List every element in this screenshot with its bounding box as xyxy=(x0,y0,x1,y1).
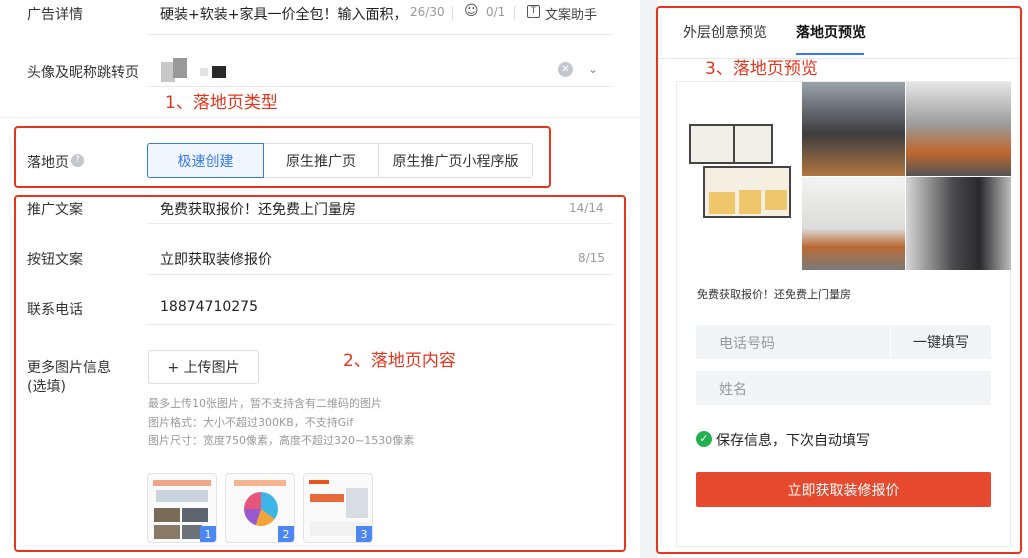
section-divider xyxy=(0,117,640,118)
emoji-icon[interactable]: ☺ xyxy=(464,3,479,19)
text-assist-button[interactable]: 文案助手 xyxy=(545,4,597,23)
avatar-label: 头像及昵称跳转页 xyxy=(27,65,139,81)
input-underline xyxy=(148,86,612,87)
interior-photo xyxy=(802,177,905,270)
divider xyxy=(514,6,515,20)
submit-button[interactable]: 立即获取装修报价 xyxy=(696,472,991,507)
tab-outer-creative[interactable]: 外层创意预览 xyxy=(683,22,767,42)
phone-label: 联系电话 xyxy=(27,302,83,318)
autofill-button[interactable]: 一键填写 xyxy=(890,325,991,359)
nickname-blur xyxy=(212,66,226,78)
images-optional-label: (选填) xyxy=(27,379,66,395)
save-info-label: 保存信息，下次自动填写 xyxy=(716,433,870,449)
input-underline xyxy=(148,34,612,35)
image-index-badge: 2 xyxy=(278,526,294,542)
input-underline xyxy=(148,274,612,275)
option-quick-create[interactable]: 极速创建 xyxy=(147,143,264,178)
upload-hint: 图片格式：大小不超过300KB，不支持Gif xyxy=(148,416,354,429)
button-text-count: 8/15 xyxy=(578,251,605,265)
promo-count: 14/14 xyxy=(569,201,604,215)
phone-placeholder: 电话号码 xyxy=(719,336,775,352)
button-text-label: 按钮文案 xyxy=(27,252,83,268)
help-icon[interactable]: ? xyxy=(71,154,84,167)
clear-icon[interactable]: ✕ xyxy=(558,62,573,77)
input-underline xyxy=(148,223,612,224)
button-text-input[interactable]: 立即获取装修报价 xyxy=(160,249,272,269)
promo-input[interactable]: 免费获取报价！还免费上门量房 xyxy=(160,199,356,219)
divider xyxy=(452,6,453,20)
input-underline xyxy=(148,324,612,325)
option-native-page[interactable]: 原生推广页 xyxy=(263,143,379,178)
promo-label: 推广文案 xyxy=(27,202,83,218)
interior-photo xyxy=(802,82,905,176)
checkbox-checked-icon[interactable]: ✓ xyxy=(696,431,712,447)
uploaded-image-thumb[interactable]: 2 xyxy=(225,473,295,543)
uploaded-image-thumb[interactable]: 1 xyxy=(147,473,217,543)
upload-image-button[interactable]: + 上传图片 xyxy=(148,350,259,384)
floorplan-image xyxy=(677,82,801,270)
chevron-down-icon[interactable]: ⌄ xyxy=(588,62,598,76)
images-label: 更多图片信息 xyxy=(27,360,111,376)
image-index-badge: 3 xyxy=(356,526,372,542)
text-assist-icon[interactable]: T xyxy=(527,5,540,18)
ad-detail-input[interactable]: 硬装+软装+家具一价全包！输入面积， xyxy=(160,4,407,24)
nickname-blur xyxy=(200,68,208,76)
interior-photo xyxy=(906,82,1011,176)
annotation-preview: 3、落地页预览 xyxy=(705,59,818,79)
option-native-miniprogram[interactable]: 原生推广页小程序版 xyxy=(378,143,533,178)
phone-input[interactable]: 18874710275 xyxy=(160,299,258,315)
avatar xyxy=(161,58,191,84)
upload-hint: 最多上传10张图片，暂不支持含有二维码的图片 xyxy=(148,397,382,410)
upload-hint: 图片尺寸：宽度750像素，高度不超过320~1530像素 xyxy=(148,434,415,447)
preview-name-input[interactable]: 姓名 xyxy=(696,371,991,405)
ad-detail-count: 26/30 xyxy=(410,5,445,19)
landing-label: 落地页 xyxy=(27,155,69,171)
interior-photo xyxy=(906,177,1011,270)
image-index-badge: 1 xyxy=(200,526,216,542)
emoji-count: 0/1 xyxy=(486,5,506,19)
annotation-landing-content: 2、落地页内容 xyxy=(343,351,456,371)
uploaded-image-thumb[interactable]: 3 xyxy=(303,473,373,543)
preview-phone-input[interactable]: 电话号码 xyxy=(696,325,890,359)
tab-landing-preview[interactable]: 落地页预览 xyxy=(796,22,866,42)
name-placeholder: 姓名 xyxy=(719,382,747,398)
annotation-landing-type: 1、落地页类型 xyxy=(165,93,278,113)
preview-promo-text: 免费获取报价！还免费上门量房 xyxy=(697,288,851,301)
ad-detail-label: 广告详情 xyxy=(27,7,83,23)
